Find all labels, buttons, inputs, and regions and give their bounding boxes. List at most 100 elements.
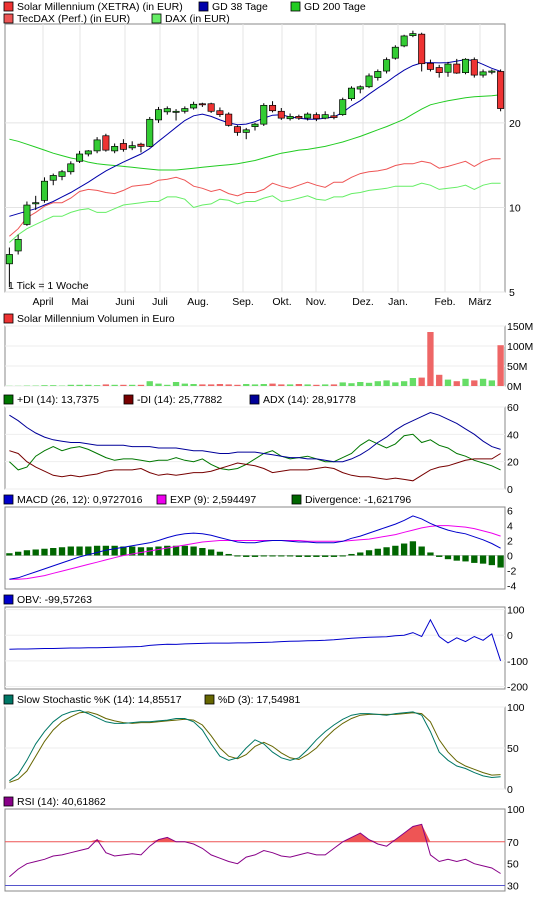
candle-body xyxy=(340,100,346,115)
legend-macd-swatch xyxy=(4,495,13,504)
candle-body xyxy=(392,47,398,58)
divergence-bar xyxy=(419,547,425,556)
candle-body xyxy=(278,111,284,118)
candle-body xyxy=(419,34,425,64)
volume-bar xyxy=(94,385,100,386)
divergence-bar xyxy=(436,555,442,556)
exp-line xyxy=(9,526,500,580)
tick-note: 1 Tick = 1 Woche xyxy=(8,280,89,292)
divergence-bar xyxy=(489,555,495,565)
rsi-tick-label: 100 xyxy=(507,804,525,816)
candle-body xyxy=(120,143,126,149)
candle-body xyxy=(489,71,495,72)
volume-bar xyxy=(147,381,153,386)
volume-bar xyxy=(182,384,188,386)
candle-body xyxy=(41,181,47,200)
volume-bar xyxy=(313,385,319,386)
adx-line xyxy=(9,413,500,462)
volume-bar xyxy=(445,380,451,386)
obv-line xyxy=(9,620,500,661)
candle-body xyxy=(313,115,319,119)
candle-body xyxy=(375,71,381,77)
candle-body xyxy=(462,59,468,72)
legend-tecdax-swatch xyxy=(4,14,13,23)
legend-stoch-k: Slow Stochastic %K (14): 14,85517 xyxy=(17,694,182,706)
legend-rsi: RSI (14): 40,61862 xyxy=(17,796,106,808)
month-label: Feb. xyxy=(434,296,455,308)
divergence-bar xyxy=(68,547,74,556)
legend-dax-swatch xyxy=(152,14,161,23)
divergence-bar xyxy=(269,555,275,556)
legend-dax: DAX (in EUR) xyxy=(165,13,230,25)
divergence-bar xyxy=(41,549,47,556)
legend-rsi-swatch xyxy=(4,797,13,806)
volume-bar xyxy=(50,385,56,386)
divergence-bar xyxy=(480,555,486,563)
volume-bar xyxy=(261,384,267,386)
volume-bar xyxy=(41,385,47,386)
candle-body xyxy=(348,88,354,99)
dmi-tick-label: 40 xyxy=(507,429,519,441)
candle-body xyxy=(322,115,328,118)
technical-chart: Solar Millennium (XETRA) (in EUR)GD 38 T… xyxy=(0,0,545,913)
divergence-bar xyxy=(287,555,293,556)
volume-bar xyxy=(427,332,433,386)
candle-body xyxy=(76,154,82,161)
legend-price: Solar Millennium (XETRA) (in EUR) xyxy=(17,1,183,13)
volume-bar xyxy=(226,384,232,386)
dmi-tick-label: 0 xyxy=(507,484,513,496)
volume-bar xyxy=(296,384,302,386)
volume-bar xyxy=(164,385,170,386)
volume-bar xyxy=(252,384,258,386)
volume-bar xyxy=(304,384,310,386)
candle-body xyxy=(129,146,135,148)
legend-stoch-d-swatch xyxy=(205,695,214,704)
legend-ma38-swatch xyxy=(199,2,208,11)
legend-adx-swatch xyxy=(250,395,259,404)
month-label: März xyxy=(468,296,491,308)
macd-tick-label: 6 xyxy=(507,506,513,518)
legend-stoch-d: %D (3): 17,54981 xyxy=(218,694,300,706)
volume-bar xyxy=(243,384,249,386)
volume-bar xyxy=(401,381,407,386)
divergence-bar xyxy=(15,552,21,556)
candle-body xyxy=(33,203,39,204)
divergence-bar xyxy=(375,549,381,556)
legend-divergence: Divergence: -1,621796 xyxy=(305,494,411,506)
divergence-bar xyxy=(6,553,12,555)
legend-ma200: GD 200 Tage xyxy=(304,1,366,13)
candle-body xyxy=(436,68,442,73)
volume-bar xyxy=(68,385,74,386)
volume-bar xyxy=(375,381,381,386)
legend-stoch-k-swatch xyxy=(4,695,13,704)
candle-body xyxy=(383,60,389,71)
month-label: Sep. xyxy=(232,296,254,308)
month-label: Nov. xyxy=(306,296,327,308)
volume-bar xyxy=(436,375,442,386)
legend-volume: Solar Millennium Volumen in Euro xyxy=(17,313,175,325)
macd-tick-label: 4 xyxy=(507,521,513,533)
candle-body xyxy=(173,111,179,112)
volume-bar xyxy=(269,384,275,386)
candle-body xyxy=(164,109,170,112)
candle-body xyxy=(6,254,12,263)
candle-body xyxy=(497,71,503,108)
month-label: Mai xyxy=(72,296,89,308)
volume-bar xyxy=(383,380,389,386)
candle-body xyxy=(68,164,74,172)
divergence-bar xyxy=(59,547,65,555)
divergence-bar xyxy=(24,550,30,555)
divergence-bar xyxy=(199,548,205,555)
divergence-bar xyxy=(208,549,214,555)
rsi-tick-label: 30 xyxy=(507,881,519,893)
candle-body xyxy=(304,114,310,118)
divergence-bar xyxy=(226,554,232,555)
volume-bar xyxy=(348,383,354,386)
divergence-bar xyxy=(261,555,267,556)
stoch-tick-label: 50 xyxy=(507,743,519,755)
candle-body xyxy=(287,116,293,118)
divergence-bar xyxy=(182,546,188,556)
month-label: Juni xyxy=(115,296,134,308)
divergence-bar xyxy=(357,552,363,555)
candle-body xyxy=(138,144,144,146)
